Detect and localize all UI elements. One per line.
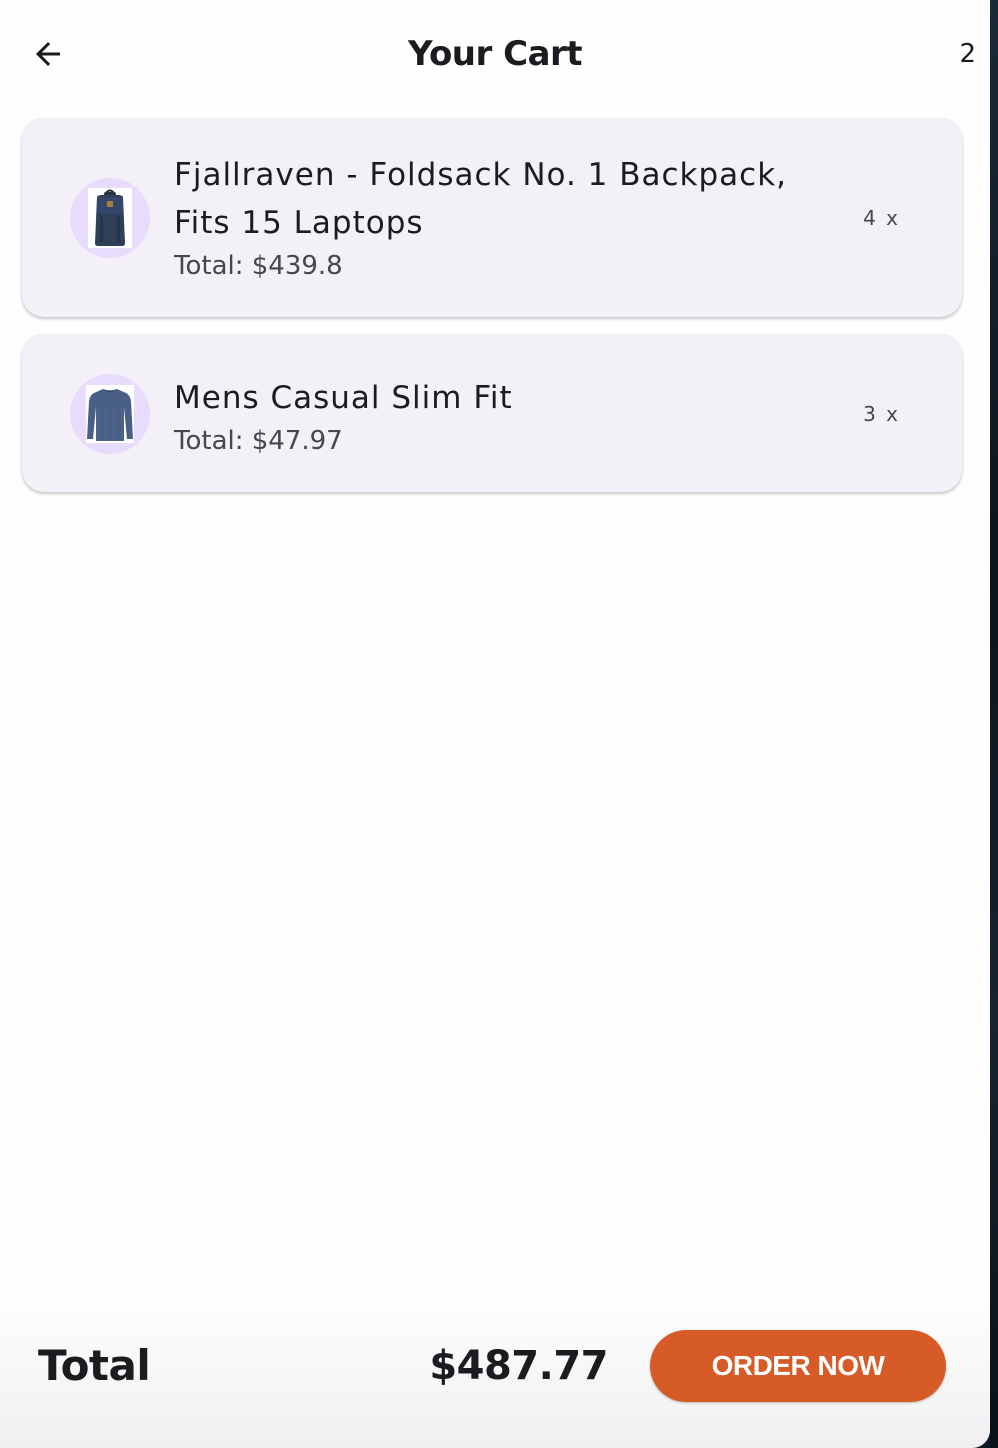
item-total: Total: $439.8 <box>174 251 343 281</box>
item-total: Total: $47.97 <box>174 426 343 456</box>
long-sleeve-shirt-thumbnail <box>86 385 134 443</box>
page-title: Your Cart <box>407 34 583 74</box>
item-title: Fjallraven - Foldsack No. 1 Backpack, Fi… <box>174 157 788 241</box>
cart-item[interactable]: Fjallraven - Foldsack No. 1 Backpack, Fi… <box>22 118 962 317</box>
order-now-button[interactable]: ORDER NOW <box>650 1330 946 1402</box>
item-quantity: 3 x <box>863 402 900 426</box>
backpack-thumbnail <box>88 188 132 248</box>
total-value: $487.77 <box>429 1343 608 1389</box>
cart-screen: Your Cart 2 Fjallraven - Foldsack No. 1 … <box>0 0 990 1448</box>
cart-item[interactable]: Mens Casual Slim Fit Total: $47.97 3 x <box>22 334 962 492</box>
item-quantity: 4 x <box>863 206 900 230</box>
product-avatar <box>70 178 150 258</box>
total-label: Total <box>38 1341 151 1390</box>
app-bar: Your Cart 2 <box>0 0 990 108</box>
product-avatar <box>70 374 150 454</box>
desktop-edge <box>990 0 998 1448</box>
cart-count: 2 <box>959 39 976 69</box>
item-title: Mens Casual Slim Fit <box>174 380 513 416</box>
